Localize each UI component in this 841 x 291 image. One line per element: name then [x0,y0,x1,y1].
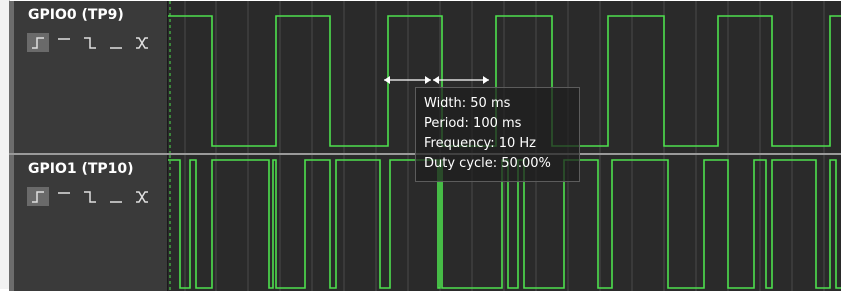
measure-duty-cycle: Duty cycle: 50.00% [424,156,551,171]
falling-edge-icon[interactable] [79,187,101,206]
low-level-icon[interactable] [105,33,127,52]
logic-analyzer-view: GPIO0 (TP9) GPIO1 (TP10) Width: 50 ms Pe… [0,0,841,291]
measure-frequency: Frequency: 10 Hz [424,136,536,151]
measure-period: Period: 100 ms [424,116,522,131]
rising-edge-icon[interactable] [27,187,49,206]
rising-edge-icon[interactable] [27,33,49,52]
channel-drag-handle[interactable] [9,1,14,153]
high-level-icon[interactable] [53,187,75,206]
measurement-tooltip: Width: 50 ms Period: 100 ms Frequency: 1… [415,87,580,182]
channel-sidebar: GPIO1 (TP10) [9,155,168,291]
low-level-icon[interactable] [105,187,127,206]
either-edge-icon[interactable] [131,187,153,206]
trigger-selector [27,187,153,206]
either-edge-icon[interactable] [131,33,153,52]
measure-width: Width: 50 ms [424,96,511,111]
channel-name[interactable]: GPIO0 (TP9) [28,7,124,23]
channel-drag-handle[interactable] [9,155,14,291]
falling-edge-icon[interactable] [79,33,101,52]
channel-sidebar: GPIO0 (TP9) [9,1,168,153]
channel-name[interactable]: GPIO1 (TP10) [28,161,134,177]
high-level-icon[interactable] [53,33,75,52]
trigger-selector [27,33,153,52]
